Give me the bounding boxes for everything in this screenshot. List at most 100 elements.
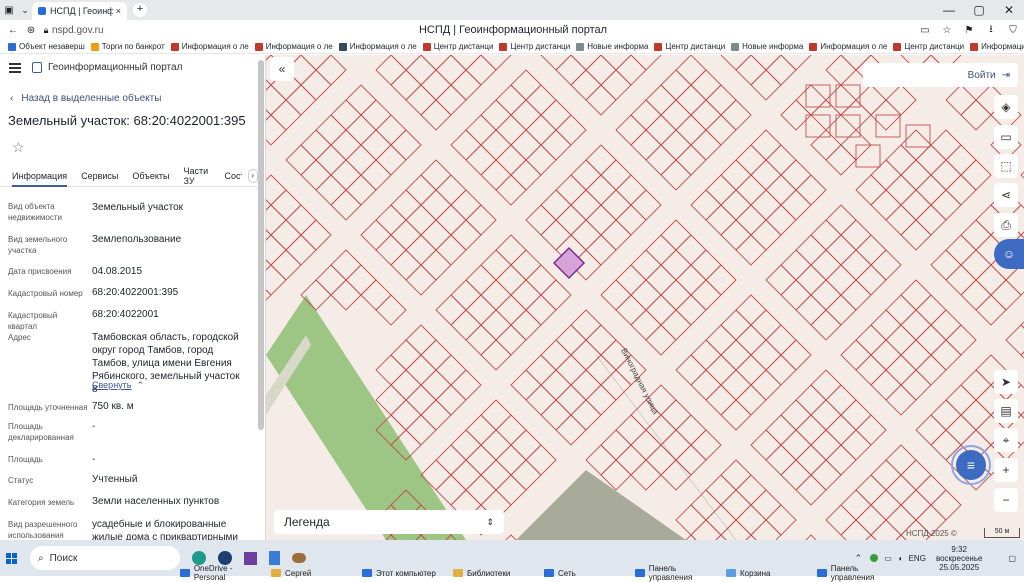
parcel[interactable] (930, 339, 962, 371)
parcel[interactable] (510, 369, 542, 401)
taskbar-app[interactable]: Корзина (726, 564, 811, 582)
parcel[interactable] (405, 324, 437, 356)
parcel[interactable] (480, 249, 512, 281)
parcel[interactable] (900, 279, 932, 311)
panel-scrollbar[interactable] (258, 60, 264, 430)
parcel[interactable] (750, 309, 782, 341)
parcel[interactable] (315, 144, 347, 176)
parcel[interactable] (420, 189, 452, 221)
parcel[interactable] (795, 444, 827, 476)
share-button[interactable]: ⋖ (994, 183, 1018, 207)
parcel[interactable] (885, 294, 917, 326)
parcel[interactable] (915, 174, 947, 206)
parcel[interactable] (585, 144, 617, 176)
parcel[interactable] (555, 324, 587, 356)
parcel[interactable] (405, 55, 437, 86)
parcel[interactable] (540, 399, 572, 431)
parcel[interactable] (765, 324, 797, 356)
parcel[interactable] (855, 234, 887, 266)
parcel[interactable] (805, 84, 831, 108)
reader-icon[interactable]: ▭ (914, 25, 936, 36)
parcel[interactable] (900, 339, 932, 371)
parcel[interactable] (735, 474, 767, 506)
parcel[interactable] (345, 174, 377, 206)
collapse-link[interactable]: Свернуть ⌃ (92, 380, 144, 391)
parcel[interactable] (690, 129, 722, 161)
parcel[interactable] (870, 369, 902, 401)
parcel[interactable] (810, 129, 842, 161)
parcel[interactable] (285, 204, 317, 236)
parcel[interactable] (810, 279, 842, 311)
parcel[interactable] (690, 99, 722, 131)
parcel[interactable] (840, 219, 872, 251)
parcel[interactable] (945, 84, 977, 116)
parcel[interactable] (345, 144, 377, 176)
parcel[interactable] (465, 204, 497, 236)
parcel[interactable] (765, 354, 797, 386)
tab-parts[interactable]: Части ЗУ (184, 166, 211, 186)
parcel[interactable] (630, 279, 662, 311)
parcel[interactable] (330, 129, 362, 161)
taskbar-app[interactable]: Этот компьютер (362, 564, 447, 582)
parcel[interactable] (285, 84, 317, 116)
parcel[interactable] (330, 189, 362, 221)
parcel[interactable] (765, 174, 797, 206)
parcel[interactable] (450, 309, 482, 341)
parcel[interactable] (975, 264, 1007, 296)
parcel[interactable] (270, 219, 302, 251)
parcel[interactable] (390, 249, 422, 281)
parcel[interactable] (420, 369, 452, 401)
parcel[interactable] (600, 189, 632, 221)
parcel[interactable] (975, 294, 1007, 326)
parcel[interactable] (720, 369, 752, 401)
parcel[interactable] (375, 144, 407, 176)
parcel[interactable] (855, 324, 887, 356)
parcel[interactable] (540, 219, 572, 251)
parcel[interactable] (600, 429, 632, 461)
tabs-scroll-right-icon[interactable]: › (247, 168, 258, 183)
parcel[interactable] (720, 339, 752, 371)
parcel[interactable] (825, 414, 857, 446)
parcel[interactable] (585, 444, 617, 476)
parcel[interactable] (795, 174, 827, 206)
parcel[interactable] (915, 204, 947, 236)
parcel[interactable] (360, 99, 392, 131)
parcel[interactable] (690, 189, 722, 221)
parcel[interactable] (585, 324, 617, 356)
parcel[interactable] (540, 129, 572, 161)
parcel[interactable] (600, 279, 632, 311)
parcel[interactable] (375, 354, 407, 386)
browser-tab-active[interactable]: НСПД | Геоинформационный портал × (32, 2, 127, 20)
save-icon[interactable] (244, 551, 257, 565)
parcel[interactable] (645, 234, 677, 266)
taskbar-app[interactable]: Панель управления (635, 564, 720, 582)
parcel[interactable] (690, 489, 722, 521)
parcel[interactable] (435, 384, 467, 416)
parcel[interactable] (615, 264, 647, 296)
parcel[interactable] (495, 84, 527, 116)
bookmark-item[interactable]: Информация о ле (338, 42, 417, 51)
parcel[interactable] (690, 519, 722, 540)
parcel[interactable] (875, 114, 901, 138)
parcel[interactable] (750, 159, 782, 191)
parcel[interactable] (885, 174, 917, 206)
parcel[interactable] (885, 474, 917, 506)
parcel[interactable] (630, 129, 662, 161)
tray-chevron-icon[interactable]: ⌃ (855, 553, 863, 564)
parcel[interactable] (375, 55, 407, 86)
tab-close-icon[interactable]: × (116, 6, 121, 16)
tab-services[interactable]: Сервисы (81, 171, 118, 181)
locate-button[interactable]: ➤ (994, 370, 1018, 394)
parcel[interactable] (615, 294, 647, 326)
parcel[interactable] (450, 429, 482, 461)
ruler-button[interactable]: ▭ (994, 125, 1018, 149)
parcel[interactable] (675, 114, 707, 146)
parcel[interactable] (405, 84, 437, 116)
parcel[interactable] (420, 399, 452, 431)
parcel[interactable] (435, 55, 467, 86)
parcel[interactable] (870, 159, 902, 191)
parcel[interactable] (765, 414, 797, 446)
parcel[interactable] (645, 84, 677, 116)
parcel[interactable] (945, 384, 977, 416)
parcel[interactable] (750, 369, 782, 401)
